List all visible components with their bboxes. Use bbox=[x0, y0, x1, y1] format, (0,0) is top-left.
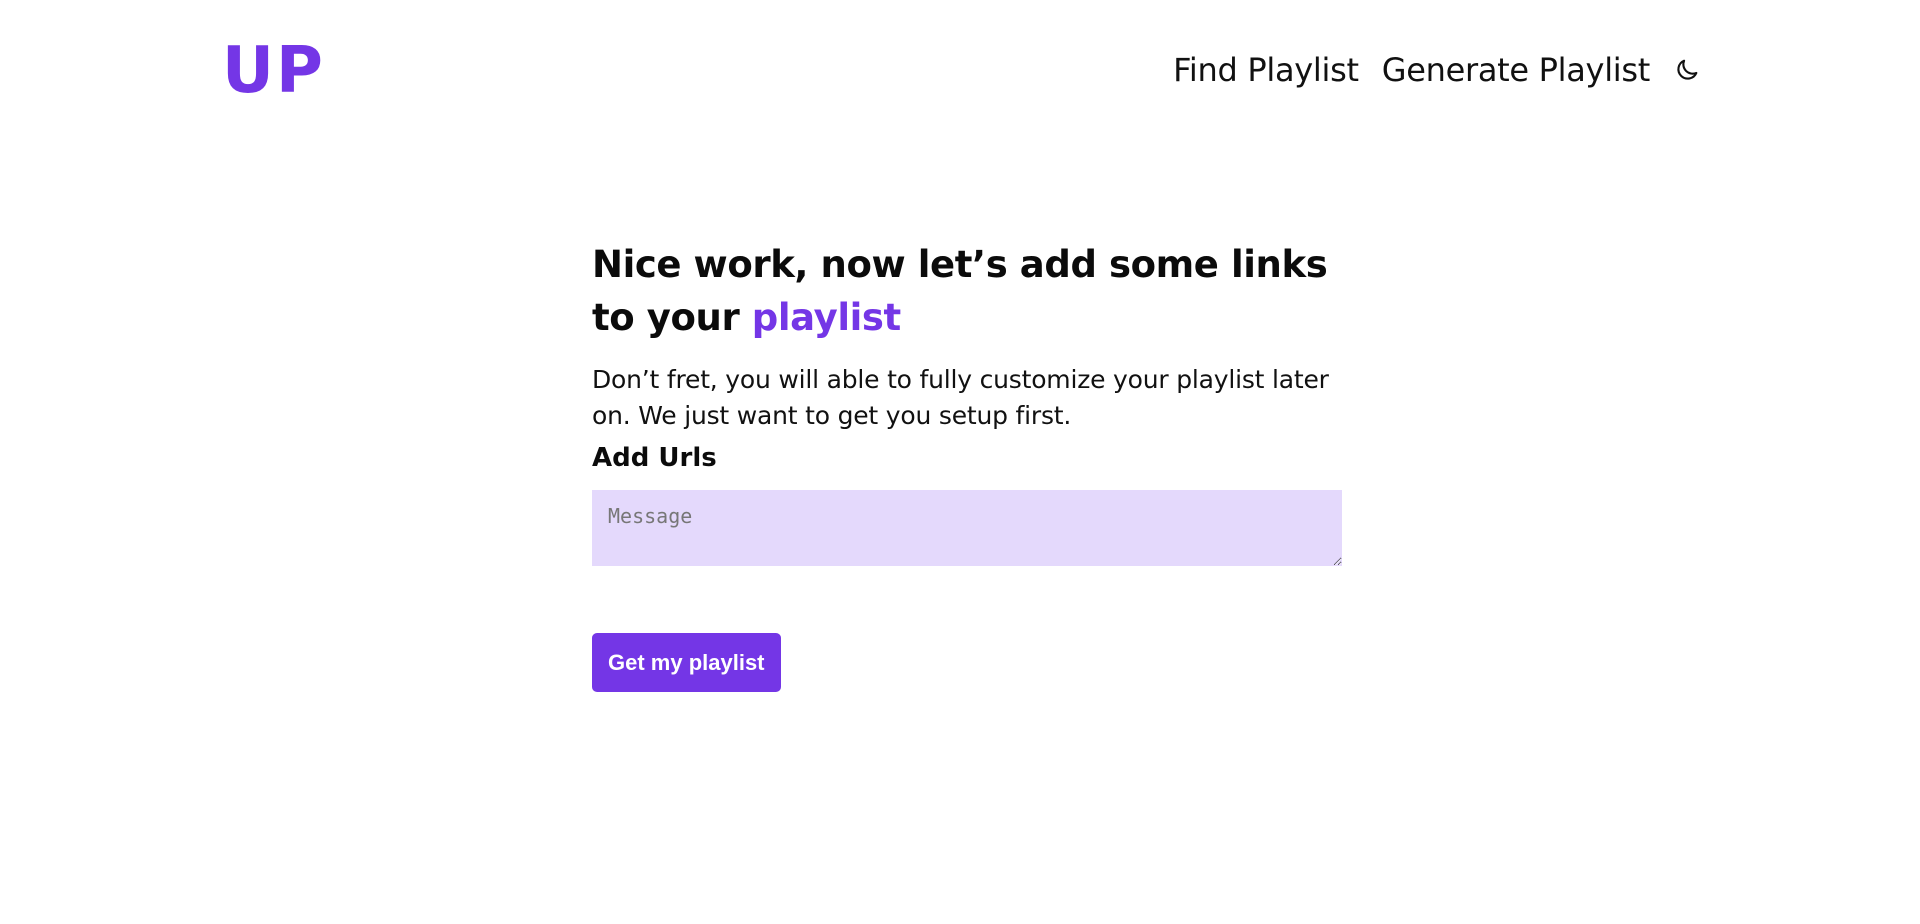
nav-link-generate-playlist[interactable]: Generate Playlist bbox=[1382, 50, 1651, 90]
page-subtext: Don’t fret, you will able to fully custo… bbox=[592, 365, 1329, 430]
get-playlist-button[interactable]: Get my playlist bbox=[592, 633, 781, 692]
page-heading-accent: playlist bbox=[751, 296, 901, 339]
moon-icon bbox=[1677, 59, 1698, 80]
urls-input[interactable] bbox=[592, 490, 1342, 566]
page-heading-lead: Nice work, now let’s add some links to y… bbox=[592, 243, 1328, 339]
logo[interactable]: UP bbox=[222, 36, 325, 106]
site-header: UP Find Playlist Generate Playlist bbox=[0, 0, 1920, 140]
nav-link-find-playlist[interactable]: Find Playlist bbox=[1173, 50, 1359, 90]
main-content: Nice work, now let’s add some links to y… bbox=[592, 238, 1342, 692]
main-nav: Find Playlist Generate Playlist bbox=[1173, 46, 1703, 94]
theme-toggle-button[interactable] bbox=[1671, 54, 1703, 86]
page-heading: Nice work, now let’s add some links to y… bbox=[592, 238, 1342, 344]
add-urls-label: Add Urls bbox=[592, 443, 717, 473]
